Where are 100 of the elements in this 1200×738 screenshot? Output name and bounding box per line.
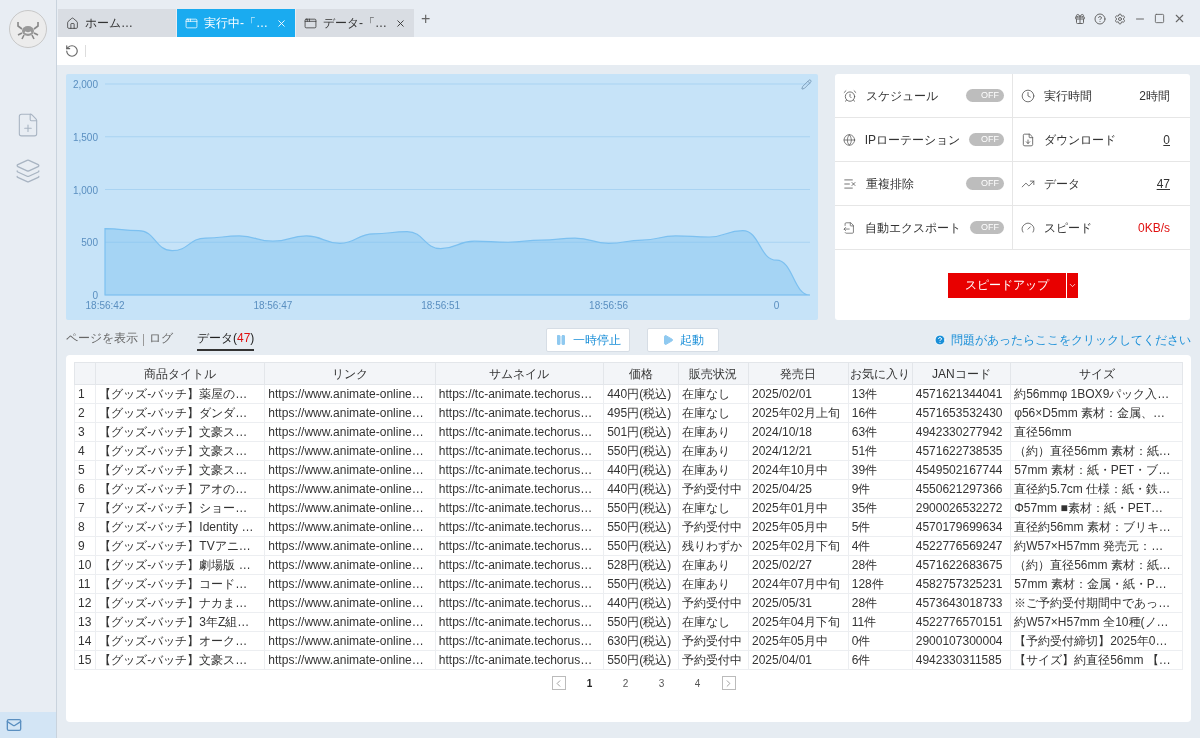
table-cell: 【グッズ-バッチ】オーク… (95, 631, 265, 651)
browser-tab[interactable]: ホーム… (58, 9, 176, 37)
table-cell: 28件 (848, 555, 913, 575)
table-cell: 在庫なし (678, 612, 749, 632)
x-tick-label: 18:56:56 (589, 300, 629, 311)
table-cell: https://tc-animate.techorus… (435, 612, 604, 632)
table-cell: 【グッズ-バッチ】アオの… (95, 479, 265, 499)
row-number: 10 (74, 555, 96, 575)
table-cell: 11件 (848, 612, 913, 632)
stat-value: 0KB/s (1138, 219, 1170, 237)
y-tick-label: 2,000 (72, 79, 98, 90)
column-header: 価格 (603, 362, 679, 385)
column-header: 商品タイトル (95, 362, 265, 385)
table-cell: 39件 (848, 460, 913, 480)
table-cell: 128件 (848, 574, 913, 594)
refresh-icon[interactable] (65, 44, 79, 58)
column-header: JANコード (912, 362, 1011, 385)
table-cell: 【グッズ-バッチ】劇場版 … (95, 555, 265, 575)
next-page-button[interactable] (721, 676, 736, 690)
page-link[interactable]: 4 (685, 676, 710, 691)
settings-icon[interactable] (1114, 12, 1126, 25)
row-number: 15 (74, 650, 96, 670)
globe-icon (843, 132, 856, 147)
setting-label: IPローテーション (864, 131, 961, 149)
help-icon[interactable] (1094, 12, 1106, 25)
table-cell: 約W57×H57mm 発売元：… (1010, 536, 1183, 556)
table-cell: 4件 (848, 536, 913, 556)
column-header: サイズ (1010, 362, 1183, 385)
table-cell: 【グッズ-バッチ】ショー… (95, 498, 265, 518)
page-link[interactable]: 3 (649, 676, 674, 691)
page-link[interactable]: 2 (613, 676, 638, 691)
table-cell: 在庫あり (678, 460, 749, 480)
close-tab-icon[interactable] (395, 17, 406, 29)
table-cell: 4582757325231 (912, 574, 1011, 594)
table-cell: 4942330311585 (912, 650, 1011, 670)
table-cell: 16件 (848, 403, 913, 423)
table-cell: https://www.animate-online… (264, 517, 436, 537)
table-cell: https://www.animate-online… (264, 479, 436, 499)
new-tab-button[interactable]: + (421, 6, 431, 31)
row-number: 9 (74, 536, 96, 556)
table-cell: 【サイズ】約直径56mm 【… (1010, 650, 1183, 670)
table-cell: 2025年02月下旬 (748, 536, 849, 556)
table-cell: 在庫なし (678, 498, 749, 518)
table-cell: 4571622683675 (912, 555, 1011, 575)
table-cell: https://tc-animate.techorus… (435, 441, 604, 461)
view-tab[interactable]: ページを表示 (66, 328, 138, 351)
table-cell: https://www.animate-online… (264, 536, 436, 556)
table-cell: 在庫あり (678, 422, 749, 442)
start-button[interactable]: 起動 (647, 327, 719, 352)
mail-icon (6, 717, 22, 733)
layers-icon[interactable] (15, 158, 41, 184)
column-header: サムネイル (435, 362, 604, 385)
stat-value[interactable]: 0 (1163, 130, 1170, 149)
view-tab[interactable]: データ(47) (197, 328, 255, 351)
table-cell: https://tc-animate.techorus… (435, 460, 604, 480)
table-cell: 2024年10月中 (748, 460, 849, 480)
stat-value[interactable]: 47 (1156, 174, 1170, 193)
table-cell: 6件 (848, 650, 913, 670)
previous-page-button[interactable] (551, 676, 566, 690)
table-cell: 550円(税込) (603, 574, 679, 594)
table-cell: https://www.animate-online… (264, 574, 436, 594)
table-cell: 57mm 素材：紙・PET・ブ… (1010, 460, 1183, 480)
speed-up-button[interactable]: スピードアップ (947, 272, 1066, 298)
play-icon (662, 333, 674, 346)
help-link[interactable]: 問題があったらここをクリックしてください (951, 330, 1191, 349)
table-cell: 【グッズ-バッチ】コード… (95, 574, 265, 594)
gift-icon[interactable] (1074, 12, 1086, 25)
mail-button[interactable] (0, 712, 56, 738)
row-number: 7 (74, 498, 96, 518)
row-number: 4 (74, 441, 96, 461)
close-icon[interactable] (1173, 12, 1186, 25)
home-icon (66, 16, 79, 30)
browser-tab[interactable]: データ-「… (296, 9, 414, 37)
column-header: リンク (264, 362, 436, 385)
table-cell: 2025年04月下旬 (748, 612, 849, 632)
pause-button[interactable]: 一時停止 (546, 327, 630, 352)
view-tab[interactable]: ログ (149, 328, 173, 351)
maximize-icon[interactable] (1154, 13, 1165, 24)
column-header: お気に入り (848, 362, 913, 385)
dropdown-button[interactable] (1066, 272, 1078, 298)
table-cell: https://www.animate-online… (264, 555, 436, 575)
table-cell: 予約受付中 (678, 631, 749, 651)
table-cell: ※ご予約受付期間中であっ… (1010, 593, 1183, 613)
table-cell: 直径約56mm 素材：ブリキ… (1010, 517, 1183, 537)
table-cell: https://tc-animate.techorus… (435, 593, 604, 613)
table-cell: https://tc-animate.techorus… (435, 574, 604, 594)
table-cell: 440円(税込) (603, 384, 679, 404)
table-cell: 2024/10/18 (748, 422, 849, 442)
table-cell: 51件 (848, 441, 913, 461)
table-cell: 4571653532430 (912, 403, 1011, 423)
table-cell: 4550621297366 (912, 479, 1011, 499)
y-tick-label: 0 (92, 290, 98, 301)
page-link[interactable]: 1 (577, 676, 602, 691)
row-number: 13 (74, 612, 96, 632)
edit-icon[interactable] (801, 79, 812, 90)
table-cell: 501円(税込) (603, 422, 679, 442)
table-cell: 2025年01月中 (748, 498, 849, 518)
table-cell: 在庫なし (678, 384, 749, 404)
table-cell: https://tc-animate.techorus… (435, 536, 604, 556)
row-number: 12 (74, 593, 96, 613)
